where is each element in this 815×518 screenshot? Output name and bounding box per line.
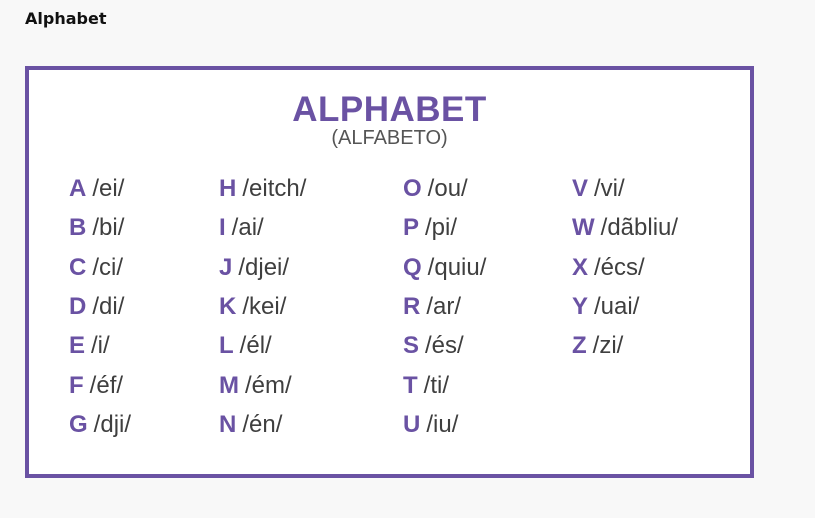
- letter-entry-q: Q/quiu/: [403, 254, 486, 282]
- letter: W: [572, 214, 595, 241]
- alphabet-card: ALPHABET (ALFABETO) A/ei/B/bi/C/ci/D/di/…: [25, 66, 754, 478]
- letter-entry-g: G/dji/: [69, 411, 131, 439]
- letter: E: [69, 332, 86, 359]
- pronunciation: /vi/: [594, 175, 625, 202]
- letter: A: [69, 175, 87, 202]
- letter-entry-z: Z/zi/: [572, 332, 623, 360]
- letter: X: [572, 254, 589, 281]
- card-title: ALPHABET: [292, 90, 487, 129]
- card-subtitle: (ALFABETO): [331, 127, 448, 149]
- letter: Z: [572, 332, 587, 359]
- pronunciation: /pi/: [425, 214, 458, 241]
- letter-entry-i: I/ai/: [219, 214, 264, 242]
- letter-entry-d: D/di/: [69, 293, 124, 321]
- letter: C: [69, 254, 87, 281]
- letter-entry-u: U/iu/: [403, 411, 458, 439]
- letter: P: [403, 214, 420, 241]
- letter: F: [69, 372, 84, 399]
- letter-entry-w: W/dãbliu/: [572, 214, 678, 242]
- pronunciation: /di/: [92, 293, 125, 320]
- pronunciation: /uai/: [594, 293, 640, 320]
- pronunciation: /dji/: [93, 411, 132, 438]
- pronunciation: /ai/: [231, 214, 264, 241]
- pronunciation: /ci/: [92, 254, 124, 281]
- letter: U: [403, 411, 421, 438]
- letter-entry-e: E/i/: [69, 332, 110, 360]
- pronunciation: /ém/: [245, 372, 292, 399]
- letter-entry-a: A/ei/: [69, 175, 124, 203]
- letter: T: [403, 372, 418, 399]
- letter-entry-m: M/ém/: [219, 372, 292, 400]
- letter-entry-l: L/él/: [219, 332, 272, 360]
- letter: G: [69, 411, 88, 438]
- pronunciation: /ti/: [423, 372, 450, 399]
- letter-entry-f: F/éf/: [69, 372, 123, 400]
- letter-entry-j: J/djei/: [219, 254, 289, 282]
- letter: L: [219, 332, 234, 359]
- pronunciation: /quiu/: [427, 254, 487, 281]
- pronunciation: /és/: [425, 332, 464, 359]
- letter: S: [403, 332, 420, 359]
- letter: M: [219, 372, 239, 399]
- pronunciation: /djei/: [238, 254, 290, 281]
- letter: D: [69, 293, 87, 320]
- pronunciation: /iu/: [426, 411, 459, 438]
- pronunciation: /écs/: [594, 254, 645, 281]
- letter-entry-h: H/eitch/: [219, 175, 306, 203]
- letter: I: [219, 214, 226, 241]
- letter-entry-s: S/és/: [403, 332, 464, 360]
- letter-entry-t: T/ti/: [403, 372, 449, 400]
- pronunciation: /i/: [91, 332, 110, 359]
- letter-entry-b: B/bi/: [69, 214, 124, 242]
- letter-entry-n: N/én/: [219, 411, 282, 439]
- letter-entry-c: C/ci/: [69, 254, 123, 282]
- pronunciation: /ar/: [426, 293, 462, 320]
- letter: N: [219, 411, 237, 438]
- pronunciation: /én/: [242, 411, 283, 438]
- letter-entry-k: K/kei/: [219, 293, 286, 321]
- pronunciation: /zi/: [592, 332, 624, 359]
- pronunciation: /bi/: [92, 214, 125, 241]
- letter: R: [403, 293, 421, 320]
- letter: O: [403, 175, 422, 202]
- pronunciation: /ou/: [427, 175, 468, 202]
- letter-entry-p: P/pi/: [403, 214, 457, 242]
- page-heading: Alphabet: [25, 9, 107, 28]
- letter: J: [219, 254, 233, 281]
- letter: H: [219, 175, 237, 202]
- pronunciation: /éf/: [89, 372, 124, 399]
- pronunciation: /él/: [239, 332, 272, 359]
- pronunciation: /eitch/: [242, 175, 307, 202]
- letter-entry-y: Y/uai/: [572, 293, 639, 321]
- letter-entry-o: O/ou/: [403, 175, 468, 203]
- letter-entry-x: X/écs/: [572, 254, 645, 282]
- pronunciation: /kei/: [242, 293, 287, 320]
- letter: Y: [572, 293, 589, 320]
- pronunciation: /ei/: [92, 175, 125, 202]
- letter: V: [572, 175, 589, 202]
- letter-entry-r: R/ar/: [403, 293, 461, 321]
- letter: K: [219, 293, 237, 320]
- letter: Q: [403, 254, 422, 281]
- pronunciation: /dãbliu/: [600, 214, 679, 241]
- letter: B: [69, 214, 87, 241]
- letter-entry-v: V/vi/: [572, 175, 625, 203]
